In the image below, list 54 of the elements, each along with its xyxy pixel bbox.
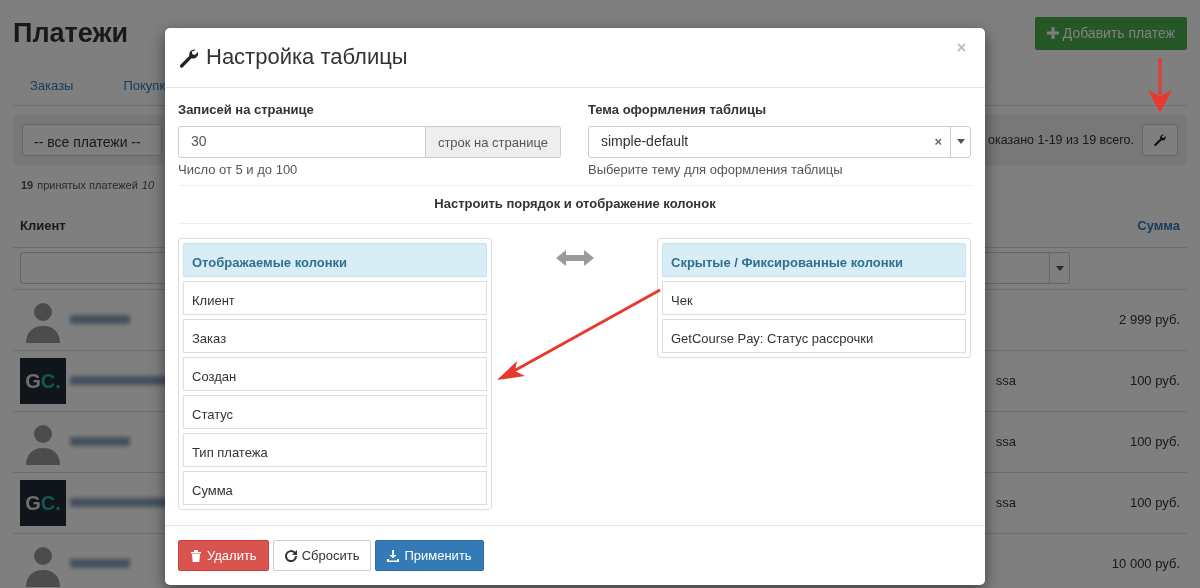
blurred-client-name (70, 559, 130, 568)
wrench-icon (178, 46, 200, 69)
column-item[interactable]: GetCourse Pay: Статус рассрочки (662, 318, 966, 353)
field-label: Записей на странице (178, 101, 315, 119)
field-label: Тема оформления таблицы (588, 101, 768, 119)
apply-button[interactable]: Применить (375, 540, 484, 571)
annotation-arrow (1148, 58, 1172, 113)
plus-icon (1046, 27, 1059, 39)
column-header: Клиент (20, 217, 66, 236)
payment-amount: 2 999 руб. (1119, 310, 1180, 329)
wrench-icon (1153, 133, 1167, 147)
rows-per-page-input[interactable]: 30 (178, 125, 426, 158)
caret-icon (1055, 265, 1064, 271)
panel-heading: Отображаемые колонки (183, 242, 487, 277)
column-item[interactable]: Сумма (183, 470, 487, 505)
modal-title: Настройка таблицы (206, 44, 408, 71)
download-icon (387, 549, 400, 562)
refresh-icon (284, 549, 297, 562)
payment-count-label: принятых платежей (37, 178, 138, 193)
trash-icon (190, 549, 202, 562)
section-heading: Настроить порядок и отображение колонок (178, 186, 972, 224)
payment-type-text: ssa (995, 493, 1016, 512)
payment-type-text: ssa (995, 371, 1016, 390)
reset-button[interactable]: Сбросить (272, 540, 372, 571)
column-item[interactable]: Чек (662, 280, 966, 315)
blurred-client-name (70, 315, 130, 324)
payment-amount: 100 руб. (1129, 371, 1180, 390)
input-addon: строк на странице (425, 125, 561, 158)
column-item[interactable]: Заказ (183, 318, 487, 353)
double-arrow-icon (555, 249, 594, 266)
results-summary: оказано 1-19 из 19 всего. (988, 131, 1134, 149)
help-text: Число от 5 и до 100 (178, 160, 299, 179)
client-logo: GC. (20, 357, 66, 404)
panel-heading: Скрытые / Фиксированные колонки (662, 242, 966, 277)
clear-button[interactable]: × (926, 131, 950, 152)
table-settings-button[interactable] (1142, 124, 1178, 156)
column-item[interactable]: Создан (183, 356, 487, 391)
theme-select[interactable]: simple-default × (588, 125, 971, 158)
client-logo: GC. (20, 479, 66, 526)
filter-select[interactable]: -- все платежи -- (22, 124, 162, 156)
column-item[interactable]: Статус (183, 394, 487, 429)
column-item[interactable]: Клиент (183, 280, 487, 315)
payment-type-text: ssa (995, 432, 1016, 451)
payment-count: 19 (21, 178, 34, 193)
payment-amount: 10 000 руб. (1111, 554, 1180, 573)
column-item[interactable]: Тип платежа (183, 432, 487, 467)
delete-button[interactable]: Удалить (178, 540, 269, 571)
blurred-client-name (70, 437, 130, 446)
page-title: Платежи (13, 16, 129, 50)
payment-amount: 100 руб. (1129, 432, 1180, 451)
payment-amount: 100 руб. (1129, 493, 1180, 512)
caret-icon (956, 139, 965, 144)
payment-extra: 10 (141, 178, 155, 193)
help-text: Выберите тему для оформления таблицы (588, 160, 844, 179)
